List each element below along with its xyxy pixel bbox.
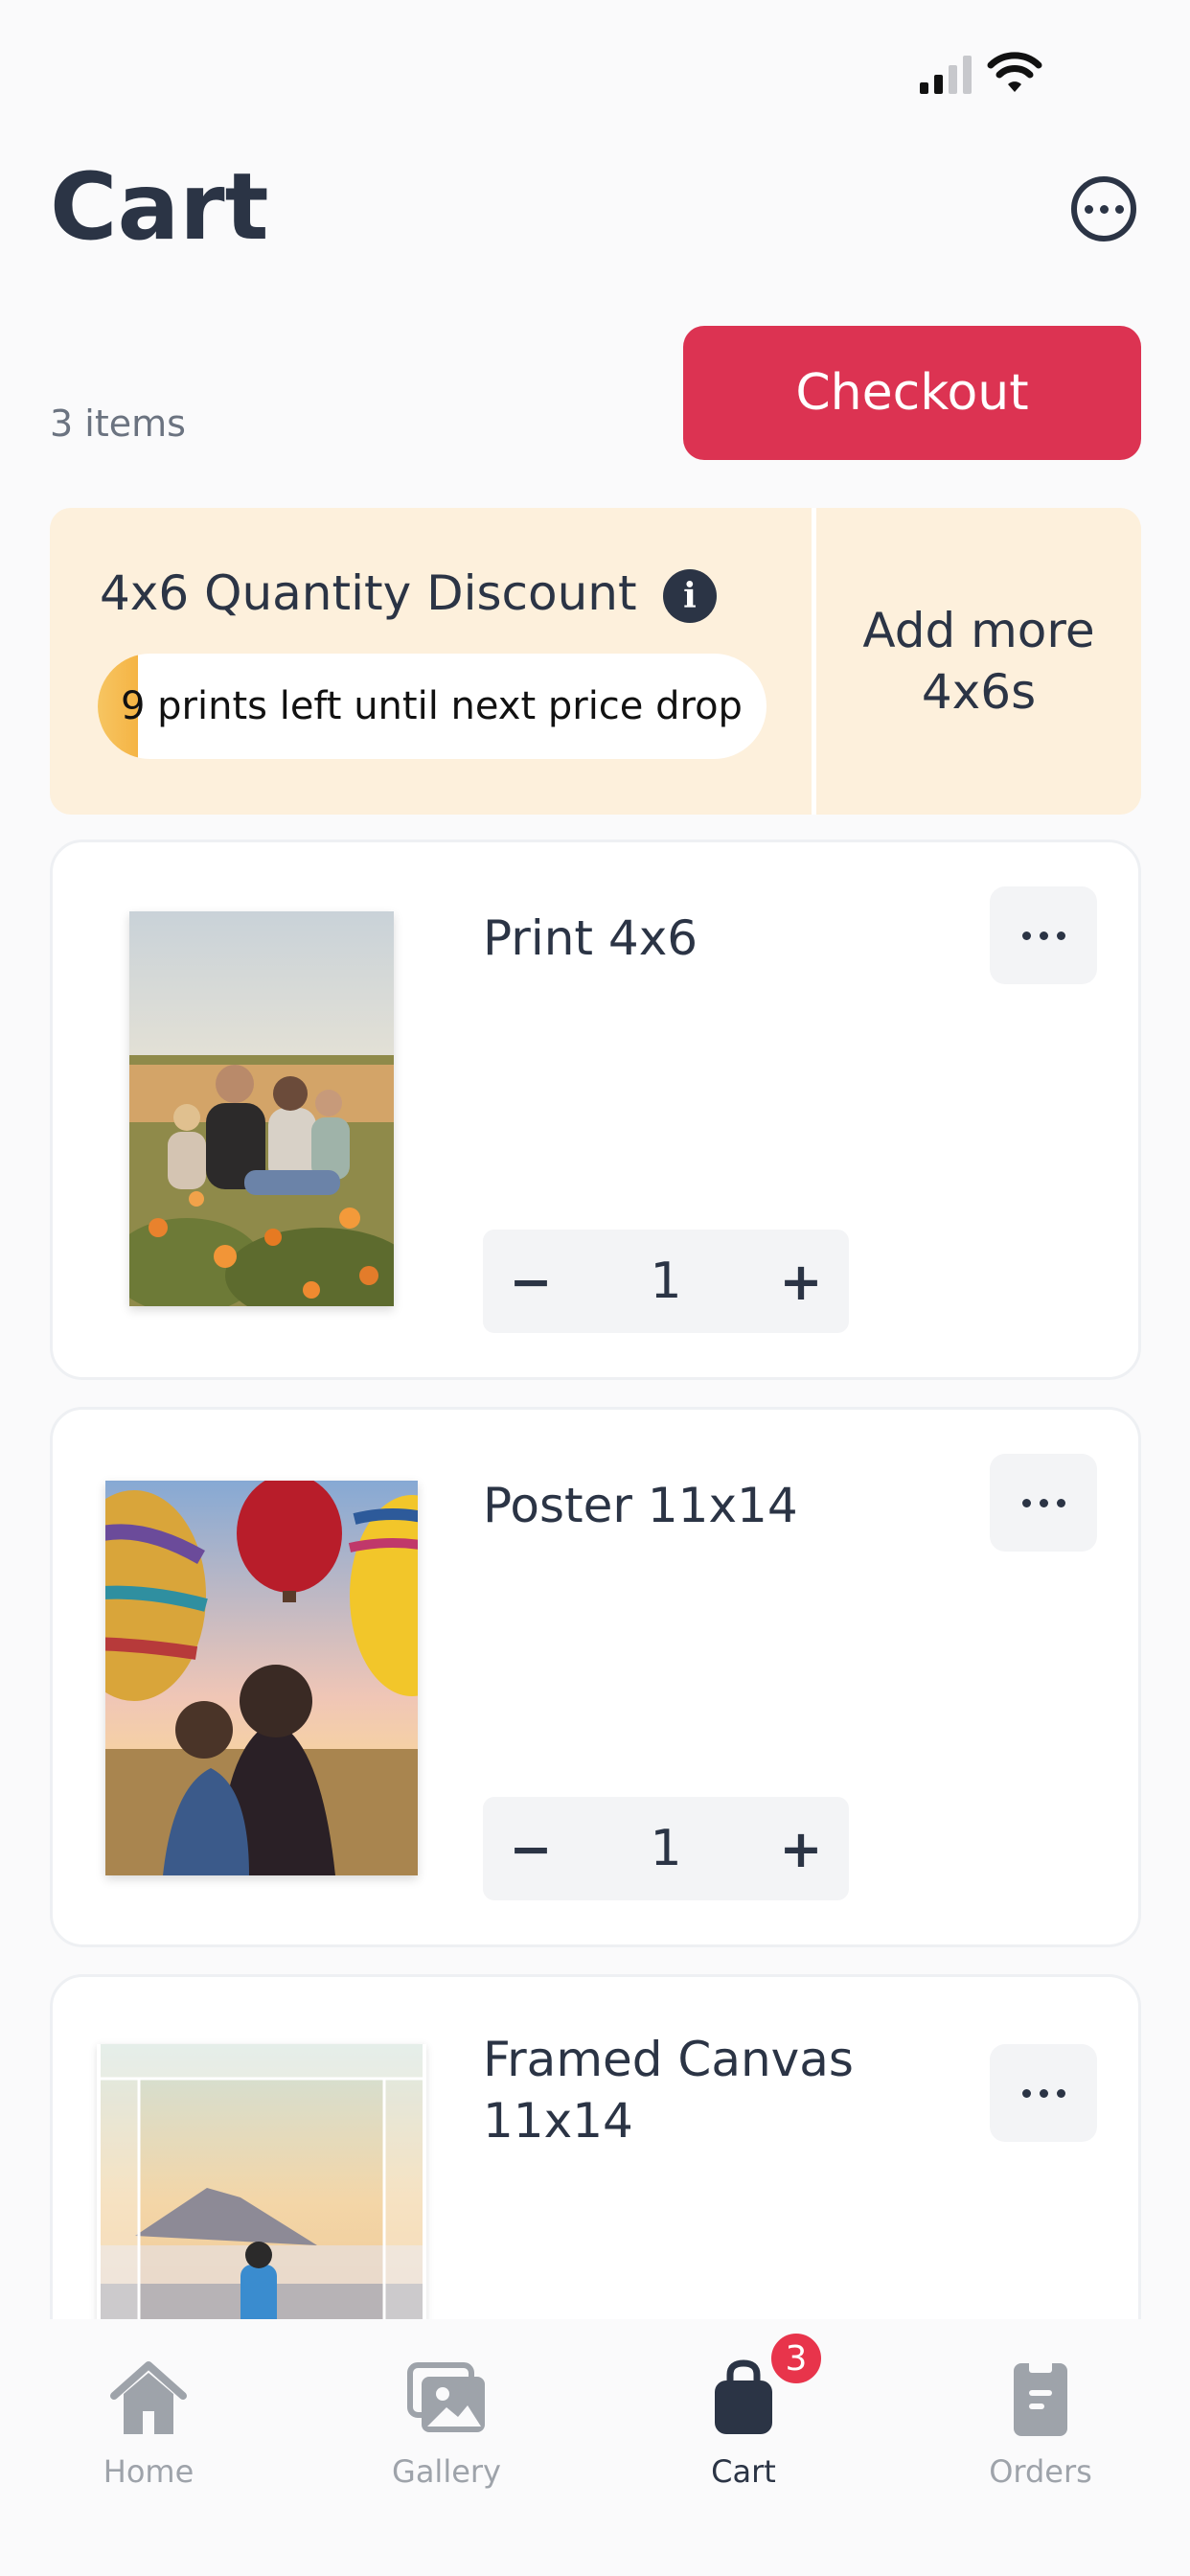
tab-orders-label: Orders bbox=[989, 2453, 1092, 2490]
more-horizontal-circle-icon bbox=[1084, 204, 1093, 214]
quantity-value: 1 bbox=[650, 1253, 682, 1310]
page-title: Cart bbox=[50, 153, 269, 261]
discount-info: 4x6 Quantity Discount i 9 prints left un… bbox=[50, 508, 812, 815]
status-bar bbox=[0, 0, 1190, 144]
item-thumbnail-balloons-photo[interactable] bbox=[105, 1481, 418, 1875]
discount-progress-bar: 9 prints left until next price drop bbox=[98, 654, 767, 759]
item-more-options-button[interactable] bbox=[990, 886, 1097, 984]
tab-home[interactable]: Home bbox=[53, 2338, 244, 2511]
tab-home-label: Home bbox=[103, 2453, 195, 2490]
wifi-icon bbox=[987, 52, 1042, 92]
more-dot bbox=[1056, 1498, 1065, 1507]
orders-icon bbox=[1014, 2359, 1067, 2436]
item-thumbnail-family-photo[interactable] bbox=[129, 911, 394, 1306]
tab-gallery[interactable]: Gallery bbox=[351, 2338, 542, 2511]
item-more-options-button[interactable] bbox=[990, 1454, 1097, 1552]
more-dot bbox=[1099, 204, 1109, 214]
tab-cart-label: Cart bbox=[711, 2453, 776, 2490]
item-title-line1: Print 4x6 bbox=[483, 910, 698, 966]
item-title-line1: Framed Canvas bbox=[483, 2032, 854, 2087]
cellular-signal-icon bbox=[920, 56, 972, 94]
increase-quantity-button[interactable]: + bbox=[753, 1797, 849, 1900]
gallery-icon bbox=[407, 2362, 485, 2432]
item-title: Print 4x6 bbox=[483, 908, 698, 969]
add-more-4x6s-button[interactable]: Add more 4x6s bbox=[816, 508, 1141, 815]
increase-quantity-button[interactable]: + bbox=[753, 1230, 849, 1333]
quantity-value: 1 bbox=[650, 1820, 682, 1877]
quantity-discount-card: 4x6 Quantity Discount i 9 prints left un… bbox=[50, 508, 1141, 815]
tab-gallery-label: Gallery bbox=[392, 2453, 501, 2490]
item-title-line1: Poster 11x14 bbox=[483, 1478, 798, 1533]
decrease-quantity-button[interactable]: − bbox=[483, 1230, 579, 1333]
item-more-options-button[interactable] bbox=[990, 2044, 1097, 2142]
add-more-label-line2: 4x6s bbox=[921, 664, 1037, 720]
cart-count-badge: 3 bbox=[767, 2329, 826, 2388]
add-more-label-line1: Add more bbox=[862, 603, 1095, 658]
decrease-quantity-button[interactable]: − bbox=[483, 1797, 579, 1900]
more-horizontal-icon bbox=[1021, 931, 1031, 940]
more-dot bbox=[1039, 931, 1048, 940]
more-dot bbox=[1056, 931, 1065, 940]
discount-progress-text: 9 prints left until next price drop bbox=[121, 684, 743, 728]
more-dot bbox=[1039, 1498, 1048, 1507]
items-count: 3 items bbox=[50, 402, 186, 445]
more-horizontal-icon bbox=[1021, 2088, 1031, 2098]
home-icon bbox=[110, 2361, 187, 2434]
item-title: Framed Canvas 11x14 bbox=[483, 2029, 854, 2151]
more-dot bbox=[1039, 2088, 1048, 2098]
info-icon[interactable]: i bbox=[663, 569, 717, 623]
item-title-line2: 11x14 bbox=[483, 2093, 633, 2149]
cart-item-card: Print 4x6 − 1 + bbox=[50, 840, 1141, 1380]
more-horizontal-icon bbox=[1021, 1498, 1031, 1507]
cart-item-card: Poster 11x14 − 1 + bbox=[50, 1407, 1141, 1947]
quantity-stepper: − 1 + bbox=[483, 1230, 849, 1333]
quantity-stepper: − 1 + bbox=[483, 1797, 849, 1900]
item-title: Poster 11x14 bbox=[483, 1475, 798, 1536]
discount-title: 4x6 Quantity Discount bbox=[100, 565, 637, 621]
checkout-button[interactable]: Checkout bbox=[683, 326, 1141, 460]
bottom-tab-bar: Home Gallery Cart Orders bbox=[0, 2319, 1190, 2576]
more-dot bbox=[1056, 2088, 1065, 2098]
tab-orders[interactable]: Orders bbox=[945, 2338, 1136, 2511]
more-options-button[interactable] bbox=[1071, 176, 1136, 242]
more-dot bbox=[1114, 204, 1124, 214]
